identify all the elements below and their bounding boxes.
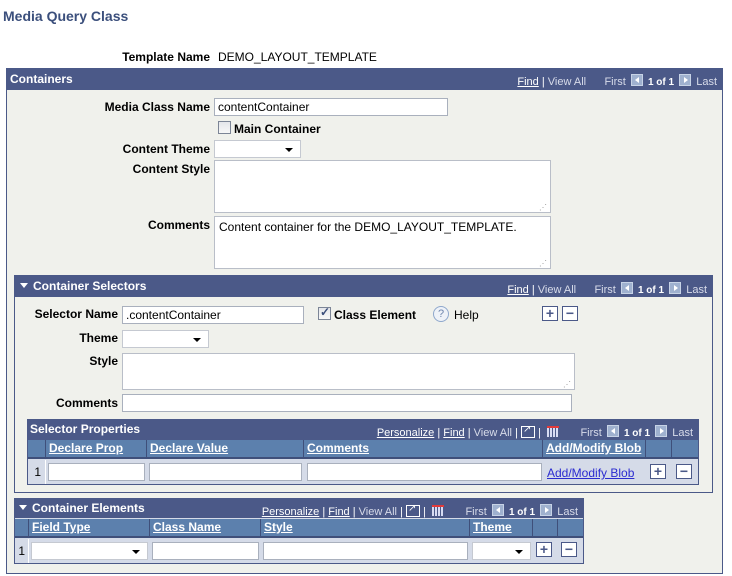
col-theme[interactable]: Theme [470,519,533,536]
previous-icon[interactable] [630,74,643,86]
comments-label: Comments [147,218,210,232]
sp-count: 1 of 1 [623,428,651,439]
sp-view-all[interactable]: View All [474,427,512,439]
next-icon[interactable] [669,282,682,294]
row-number: 1 [28,460,46,484]
ce-count: 1 of 1 [508,507,536,518]
containers-last: Last [696,76,717,88]
selector-comments-label: Comments [55,396,118,410]
style-textarea[interactable] [122,353,575,390]
sp-personalize-link[interactable]: Personalize [377,427,434,439]
content-theme-label: Content Theme [122,142,210,156]
property-comments-input[interactable] [307,463,542,481]
col-comments[interactable]: Comments [304,440,543,457]
add-element-button[interactable]: + [536,542,552,557]
sp-first: First [580,427,602,439]
field-type-select[interactable] [31,542,148,560]
next-icon[interactable] [655,425,668,437]
containers-title: Containers [10,72,73,86]
col-declare-value[interactable]: Declare Value [147,440,304,457]
selector-properties-header: Selector Properties Personalize | Find |… [27,419,699,440]
help-link[interactable]: Help [454,308,479,322]
selectors-view-all[interactable]: View All [538,284,576,296]
container-selectors-header[interactable]: Container Selectors Find | View All Firs… [14,275,713,297]
selector-name-label: Selector Name [34,307,118,321]
template-name-value: DEMO_LAYOUT_TEMPLATE [218,50,377,64]
ce-last: Last [557,506,578,518]
main-container-checkbox[interactable] [218,121,231,134]
media-class-name-input[interactable]: contentContainer [214,98,448,116]
selector-comments-input[interactable] [122,394,572,412]
declare-value-input[interactable] [149,463,302,481]
template-name-label: Template Name [122,50,210,64]
next-icon[interactable] [540,504,553,516]
theme-select[interactable] [122,330,209,348]
previous-icon[interactable] [491,504,504,516]
download-grid-icon[interactable] [432,505,445,516]
collapse-icon[interactable] [19,505,27,510]
selector-properties-title: Selector Properties [30,422,141,436]
selector-name-input[interactable]: .contentContainer [122,306,304,324]
page-title: Media Query Class [3,8,129,24]
element-style-input[interactable] [263,542,468,560]
selectors-count: 1 of 1 [637,285,665,296]
containers-view-all[interactable]: View All [548,76,586,88]
style-label: Style [89,354,118,368]
add-selector-button[interactable]: + [542,306,558,321]
table-row: 1 Add/Modify Blob + − [28,460,698,484]
ce-view-all[interactable]: View All [359,506,397,518]
containers-find-link[interactable]: Find [517,76,538,88]
class-name-input[interactable] [152,542,259,560]
containers-first: First [604,76,626,88]
new-window-icon[interactable] [405,503,420,517]
table-row: 1 + − [15,539,583,563]
collapse-icon[interactable] [20,283,28,288]
container-elements-header[interactable]: Container Elements Personalize | Find | … [14,498,584,518]
previous-icon[interactable] [620,282,633,294]
content-style-textarea[interactable] [214,160,551,213]
col-field-type[interactable]: Field Type [29,519,150,536]
content-theme-select[interactable] [214,140,301,158]
theme-label: Theme [79,331,118,345]
selectors-find-link[interactable]: Find [507,284,528,296]
container-selectors-title: Container Selectors [33,279,147,293]
remove-element-button[interactable]: − [561,542,577,557]
media-class-name-label: Media Class Name [104,100,210,114]
containers-count: 1 of 1 [647,77,675,88]
new-window-icon[interactable] [520,424,535,438]
col-style[interactable]: Style [261,519,470,536]
container-elements-columns: Field Type Class Name Style Theme [15,519,583,538]
element-theme-select[interactable] [472,542,531,560]
next-icon[interactable] [679,74,692,86]
class-element-checkbox[interactable] [318,305,331,320]
help-icon[interactable]: ? [433,306,449,322]
selectors-last: Last [686,284,707,296]
ce-first: First [465,506,487,518]
download-grid-icon[interactable] [547,426,560,437]
sp-find-link[interactable]: Find [443,427,464,439]
selectors-first: First [594,284,616,296]
previous-icon[interactable] [606,425,619,437]
declare-prop-input[interactable] [48,463,145,481]
col-declare-prop[interactable]: Declare Prop [46,440,147,457]
containers-header: Containers Find | View All First 1 of 1 … [6,68,723,90]
add-row-button[interactable]: + [650,464,666,479]
content-style-label: Content Style [132,162,210,176]
sp-last: Last [672,427,693,439]
comments-textarea[interactable]: Content container for the DEMO_LAYOUT_TE… [214,216,551,269]
remove-selector-button[interactable]: − [562,306,578,321]
col-class-name[interactable]: Class Name [150,519,261,536]
class-element-label: Class Element [334,308,417,322]
container-elements-title: Container Elements [32,501,145,515]
row-number: 1 [15,539,29,563]
selector-properties-columns: Declare Prop Declare Value Comments Add/… [28,440,698,459]
main-container-label: Main Container [234,122,321,136]
ce-find-link[interactable]: Find [328,506,349,518]
add-modify-blob-link[interactable]: Add/Modify Blob [547,466,634,480]
remove-row-button[interactable]: − [676,464,692,479]
col-add-modify-blob[interactable]: Add/Modify Blob [543,440,646,457]
ce-personalize-link[interactable]: Personalize [262,506,319,518]
